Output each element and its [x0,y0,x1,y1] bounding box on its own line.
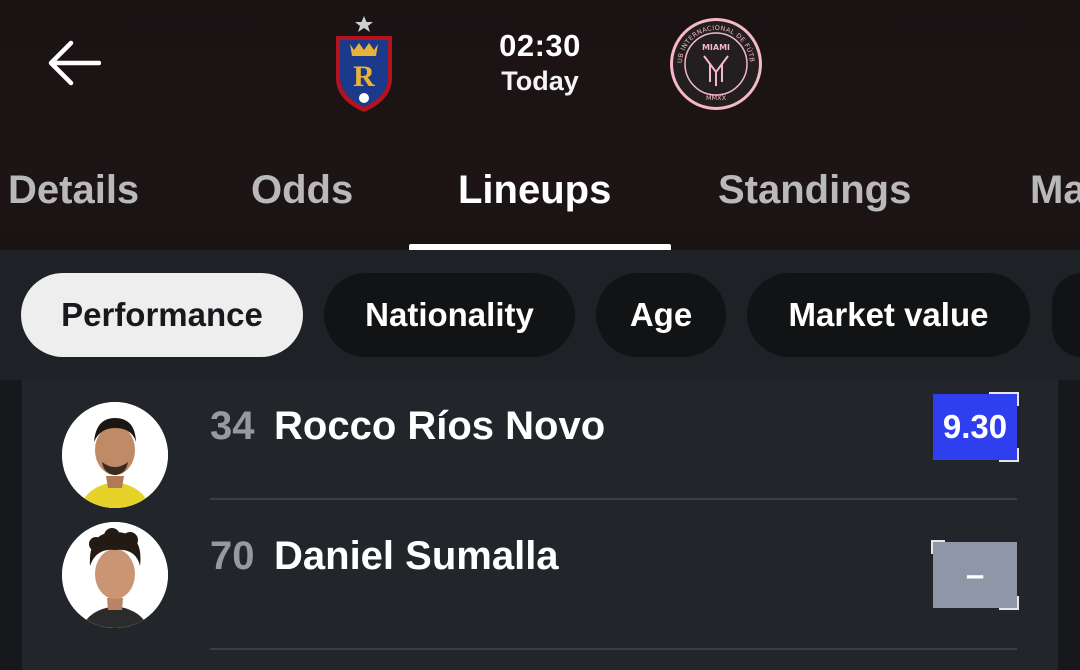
player-name: Rocco Ríos Novo [274,404,606,448]
rating-value: 9.30 [942,408,1008,445]
list-item[interactable]: 70 Daniel Sumalla – [22,500,1058,650]
avatar [62,402,168,508]
back-button[interactable] [40,35,106,91]
match-tabs: Details Odds Lineups Standings Ma [0,150,1080,251]
match-day: Today [501,66,579,96]
player-name: Daniel Sumalla [274,534,559,578]
tab-matches[interactable]: Ma [1030,164,1080,216]
chip-more[interactable] [1052,273,1080,357]
player-list: 34 Rocco Ríos Novo 9.30 70 Daniel Sumall… [22,380,1058,670]
chip-age[interactable]: Age [596,273,726,357]
lineup-filter-chips: Performance Nationality Age Market value [0,250,1080,380]
svg-text:MIAMI: MIAMI [702,43,730,52]
arrow-left-icon [48,40,101,86]
svg-text:MMXX: MMXX [706,94,727,102]
match-time: 02:30 [499,28,581,63]
list-item[interactable]: 34 Rocco Ríos Novo 9.30 [22,380,1058,508]
avatar [62,522,168,628]
player-photo-icon [62,522,168,628]
rating-value: – [965,556,985,593]
player-rating-badge: 9.30 [933,392,1019,462]
tab-odds[interactable]: Odds [251,164,353,216]
tab-details[interactable]: Details [8,164,139,216]
tab-lineups[interactable]: Lineups [458,164,611,216]
match-time-block: 02:30 Today [470,28,610,98]
inter-miami-crest-icon: CLUB INTERNACIONAL DE FÚTBOL MIAMI MMXX [665,10,762,110]
player-photo-icon [62,402,168,508]
row-divider [210,648,1017,650]
chip-nationality[interactable]: Nationality [324,273,575,357]
player-number: 70 [210,534,255,578]
player-rating-badge: – [931,540,1019,610]
chip-performance[interactable]: Performance [21,273,303,357]
tab-standings[interactable]: Standings [718,164,911,216]
chip-market-value[interactable]: Market value [747,273,1030,357]
real-salt-lake-crest-icon: R [336,16,392,112]
home-team-crest[interactable]: R [332,14,396,114]
away-team-crest[interactable]: CLUB INTERNACIONAL DE FÚTBOL MIAMI MMXX [665,10,764,112]
svg-text:R: R [353,60,375,93]
player-number: 34 [210,404,255,448]
